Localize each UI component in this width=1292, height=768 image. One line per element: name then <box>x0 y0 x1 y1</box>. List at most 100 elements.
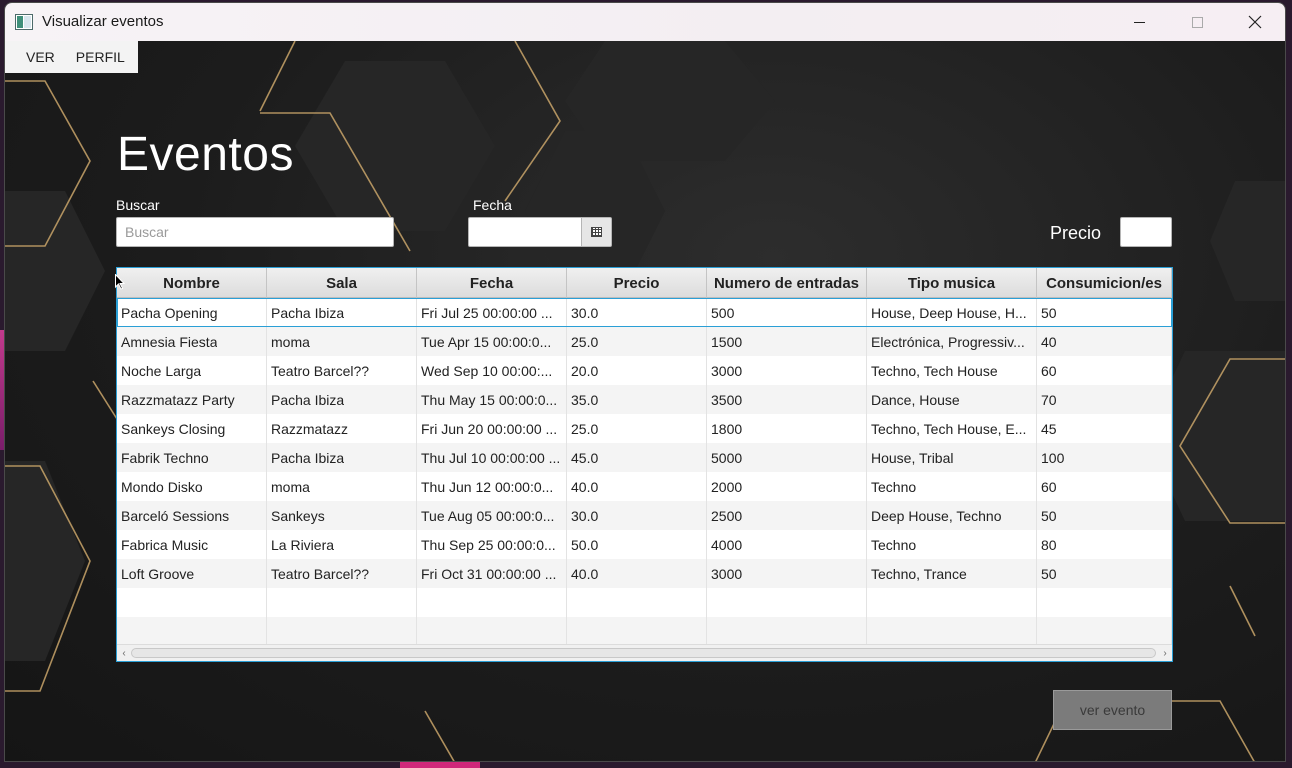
table-cell: 2500 <box>707 501 867 530</box>
column-header-sala[interactable]: Sala <box>267 268 417 298</box>
table-row[interactable]: Sankeys Closing Razzmatazz Fri Jun 20 00… <box>117 414 1172 443</box>
table-cell: 50 <box>1037 559 1172 588</box>
app-icon <box>15 14 33 30</box>
table-row[interactable]: Mondo Disko moma Thu Jun 12 00:00:0... 4… <box>117 472 1172 501</box>
table-cell: 45.0 <box>567 443 707 472</box>
table-cell: 4000 <box>707 530 867 559</box>
table-cell: 60 <box>1037 356 1172 385</box>
table-cell: Techno, Tech House <box>867 356 1037 385</box>
table-cell: Fri Jul 25 00:00:00 ... <box>417 298 567 327</box>
table-cell: moma <box>267 327 417 356</box>
table-cell: 2000 <box>707 472 867 501</box>
close-button[interactable] <box>1226 3 1284 41</box>
table-cell: Techno, Trance <box>867 559 1037 588</box>
table-body: Pacha Opening Pacha Ibiza Fri Jul 25 00:… <box>117 298 1172 646</box>
table-cell: Thu Jun 12 00:00:0... <box>417 472 567 501</box>
table-cell: Amnesia Fiesta <box>117 327 267 356</box>
table-cell: 35.0 <box>567 385 707 414</box>
table-cell: Dance, House <box>867 385 1037 414</box>
column-header-tipo-musica[interactable]: Tipo musica <box>867 268 1037 298</box>
table-cell: 60 <box>1037 472 1172 501</box>
window-title: Visualizar eventos <box>42 13 164 30</box>
table-cell: La Riviera <box>267 530 417 559</box>
date-label: Fecha <box>473 197 512 213</box>
table-header: Nombre Sala Fecha Precio Numero de entra… <box>117 268 1172 298</box>
table-cell: Techno <box>867 530 1037 559</box>
table-cell: 50 <box>1037 298 1172 327</box>
table-cell: Fabrik Techno <box>117 443 267 472</box>
table-cell: Fri Jun 20 00:00:00 ... <box>417 414 567 443</box>
table-cell: 50 <box>1037 501 1172 530</box>
table-cell: Thu Sep 25 00:00:0... <box>417 530 567 559</box>
table-cell: Barceló Sessions <box>117 501 267 530</box>
mouse-cursor-icon <box>115 274 125 290</box>
search-input[interactable] <box>116 217 394 247</box>
menu-ver[interactable]: VER <box>16 49 65 65</box>
column-header-nombre[interactable]: Nombre <box>117 268 267 298</box>
table-cell: 3500 <box>707 385 867 414</box>
table-row[interactable]: Razzmatazz Party Pacha Ibiza Thu May 15 … <box>117 385 1172 414</box>
maximize-icon <box>1191 16 1203 28</box>
table-cell: 40.0 <box>567 472 707 501</box>
table-cell: Tue Aug 05 00:00:0... <box>417 501 567 530</box>
table-cell: 50.0 <box>567 530 707 559</box>
table-cell: 3000 <box>707 559 867 588</box>
table-row[interactable]: Amnesia Fiesta moma Tue Apr 15 00:00:0..… <box>117 327 1172 356</box>
table-cell: Techno <box>867 472 1037 501</box>
table-cell: Wed Sep 10 00:00:... <box>417 356 567 385</box>
table-cell: 25.0 <box>567 327 707 356</box>
table-row[interactable]: Fabrica Music La Riviera Thu Sep 25 00:0… <box>117 530 1172 559</box>
minimize-button[interactable] <box>1110 3 1168 41</box>
table-cell: moma <box>267 472 417 501</box>
table-cell: 100 <box>1037 443 1172 472</box>
app-window: Visualizar eventos VER PERFIL Eventos Bu… <box>4 2 1286 762</box>
calendar-icon <box>591 227 602 237</box>
table-cell: Thu Jul 10 00:00:00 ... <box>417 443 567 472</box>
table-cell: Pacha Opening <box>117 298 267 327</box>
table-cell: Thu May 15 00:00:0... <box>417 385 567 414</box>
main-content: VER PERFIL Eventos Buscar Fecha Precio N… <box>5 41 1285 761</box>
table-row[interactable]: Barceló Sessions Sankeys Tue Aug 05 00:0… <box>117 501 1172 530</box>
table-row-empty <box>117 617 1172 646</box>
scroll-left-icon[interactable]: ‹ <box>117 645 131 661</box>
column-header-entradas[interactable]: Numero de entradas <box>707 268 867 298</box>
horizontal-scrollbar[interactable]: ‹ › <box>117 644 1172 661</box>
table-cell: Tue Apr 15 00:00:0... <box>417 327 567 356</box>
date-picker-button[interactable] <box>581 217 612 247</box>
scrollbar-thumb[interactable] <box>131 648 1156 658</box>
scroll-right-icon[interactable]: › <box>1158 645 1172 661</box>
table-cell: Electrónica, Progressiv... <box>867 327 1037 356</box>
maximize-button[interactable] <box>1168 3 1226 41</box>
table-row[interactable]: Fabrik Techno Pacha Ibiza Thu Jul 10 00:… <box>117 443 1172 472</box>
table-row[interactable]: Noche Larga Teatro Barcel?? Wed Sep 10 0… <box>117 356 1172 385</box>
table-cell: 30.0 <box>567 501 707 530</box>
menu-perfil[interactable]: PERFIL <box>66 49 135 65</box>
search-label: Buscar <box>116 197 160 213</box>
price-field[interactable] <box>1120 217 1172 247</box>
table-row[interactable]: Loft Groove Teatro Barcel?? Fri Oct 31 0… <box>117 559 1172 588</box>
table-cell: 1800 <box>707 414 867 443</box>
table-cell: 30.0 <box>567 298 707 327</box>
table-cell: Razzmatazz Party <box>117 385 267 414</box>
table-cell: House, Deep House, H... <box>867 298 1037 327</box>
table-cell: 45 <box>1037 414 1172 443</box>
events-table[interactable]: Nombre Sala Fecha Precio Numero de entra… <box>116 267 1173 662</box>
date-field[interactable] <box>468 217 582 247</box>
table-row[interactable]: Pacha Opening Pacha Ibiza Fri Jul 25 00:… <box>117 298 1172 327</box>
table-cell: Deep House, Techno <box>867 501 1037 530</box>
table-cell: 25.0 <box>567 414 707 443</box>
table-row-empty <box>117 588 1172 617</box>
ver-evento-button[interactable]: ver evento <box>1053 690 1172 730</box>
column-header-precio[interactable]: Precio <box>567 268 707 298</box>
menu-bar: VER PERFIL <box>5 41 138 73</box>
column-header-consumiciones[interactable]: Consumicion/es <box>1037 268 1172 298</box>
title-bar[interactable]: Visualizar eventos <box>5 3 1285 41</box>
table-cell: Pacha Ibiza <box>267 443 417 472</box>
table-cell: House, Tribal <box>867 443 1037 472</box>
table-cell: Sankeys Closing <box>117 414 267 443</box>
table-cell: 80 <box>1037 530 1172 559</box>
table-cell: 3000 <box>707 356 867 385</box>
table-cell: Pacha Ibiza <box>267 298 417 327</box>
column-header-fecha[interactable]: Fecha <box>417 268 567 298</box>
table-cell: 40 <box>1037 327 1172 356</box>
